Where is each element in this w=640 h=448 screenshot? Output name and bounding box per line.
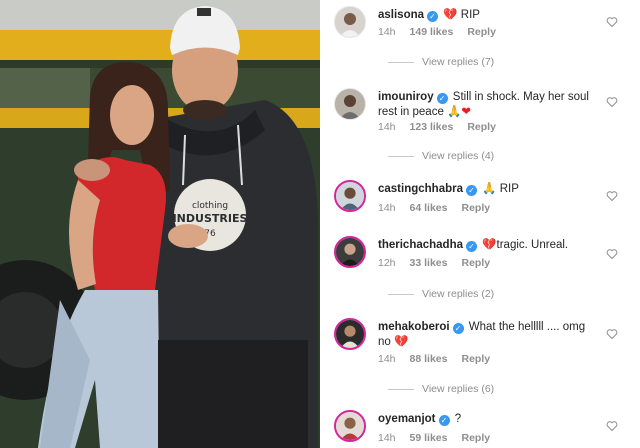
comment-meta: 14h 64 likes Reply <box>378 202 504 214</box>
unknown-emoji: ? <box>454 413 462 425</box>
comment-time: 14h <box>378 121 396 133</box>
comment-username[interactable]: therichachadha <box>378 239 463 251</box>
view-replies-button[interactable]: View replies (2) <box>388 288 494 300</box>
broken-heart-emoji: 💔 <box>443 9 458 21</box>
avatar[interactable] <box>334 88 366 120</box>
comment-meta: 12h 33 likes Reply <box>378 257 504 269</box>
heart-outline-icon[interactable] <box>606 96 618 108</box>
reply-button[interactable]: Reply <box>461 353 490 365</box>
avatar[interactable] <box>334 180 366 212</box>
replies-line <box>388 61 414 63</box>
comment-likes[interactable]: 59 likes <box>410 432 448 444</box>
comment-time: 14h <box>378 26 396 38</box>
view-replies-button[interactable]: View replies (6) <box>388 383 494 395</box>
replies-line <box>388 293 414 295</box>
view-replies-label: View replies (7) <box>422 56 495 68</box>
comment-body: RIP <box>460 9 480 21</box>
verified-badge-icon: ✓ <box>427 11 439 22</box>
reply-button[interactable]: Reply <box>467 26 496 38</box>
comments-panel[interactable]: aslisona ✓ 💔 RIP 14h 149 likes Reply View r… <box>322 0 640 448</box>
comment-likes[interactable]: 149 likes <box>410 26 454 38</box>
svg-text:clothing: clothing <box>192 201 228 211</box>
pray-heart-emoji: 🙏❤ <box>447 106 472 118</box>
comment-time: 14h <box>378 353 396 365</box>
heart-outline-icon[interactable] <box>606 420 618 432</box>
avatar[interactable] <box>334 318 366 350</box>
avatar[interactable] <box>334 410 366 442</box>
comment-username[interactable]: aslisona <box>378 9 424 21</box>
comment-likes[interactable]: 88 likes <box>410 353 448 365</box>
comment-username[interactable]: castingchhabra <box>378 183 463 195</box>
heart-outline-icon[interactable] <box>606 190 618 202</box>
view-replies-button[interactable]: View replies (7) <box>388 56 494 68</box>
avatar[interactable] <box>334 236 366 268</box>
comment-time: 14h <box>378 202 396 214</box>
verified-badge-icon: ✓ <box>436 93 448 104</box>
verified-badge-icon: ✓ <box>452 323 464 334</box>
comment-meta: 14h 88 likes Reply <box>378 353 504 365</box>
comment-text: imouniroy ✓ Still in shock. May her soul … <box>378 90 598 120</box>
broken-heart-emoji: 💔 <box>482 239 497 251</box>
replies-line <box>388 155 414 157</box>
comment-body: RIP <box>499 183 519 195</box>
post-photo: clothing INDUSTRIES 76 <box>0 0 320 448</box>
reply-button[interactable]: Reply <box>461 202 490 214</box>
view-replies-label: View replies (6) <box>422 383 495 395</box>
comment-meta: 14h 59 likes Reply <box>378 432 504 444</box>
heart-outline-icon[interactable] <box>606 248 618 260</box>
comment-username[interactable]: oyemanjot <box>378 413 436 425</box>
comment-meta: 14h 149 likes Reply <box>378 26 510 38</box>
comment-text: therichachadha ✓ 💔tragic. Unreal. <box>378 238 598 253</box>
verified-badge-icon: ✓ <box>438 415 450 426</box>
heart-outline-icon[interactable] <box>606 16 618 28</box>
reply-button[interactable]: Reply <box>461 432 490 444</box>
view-replies-button[interactable]: View replies (4) <box>388 150 494 162</box>
view-replies-label: View replies (4) <box>422 150 495 162</box>
comment-text: castingchhabra ✓ 🙏 RIP <box>378 182 598 197</box>
broken-heart-emoji: 💔 <box>394 336 409 348</box>
comment-body: tragic. Unreal. <box>496 239 569 251</box>
pray-emoji: 🙏 <box>482 183 497 195</box>
comment-likes[interactable]: 33 likes <box>410 257 448 269</box>
verified-badge-icon: ✓ <box>466 185 477 196</box>
reply-button[interactable]: Reply <box>467 121 496 133</box>
verified-badge-icon: ✓ <box>466 241 477 252</box>
comment-username[interactable]: mehakoberoi <box>378 321 450 333</box>
comment-text: oyemanjot ✓ ? <box>378 412 598 427</box>
svg-text:INDUSTRIES: INDUSTRIES <box>173 212 248 225</box>
comment-likes[interactable]: 64 likes <box>410 202 448 214</box>
heart-outline-icon[interactable] <box>606 328 618 340</box>
reply-button[interactable]: Reply <box>461 257 490 269</box>
comment-meta: 14h 123 likes Reply <box>378 121 510 133</box>
avatar[interactable] <box>334 6 366 38</box>
replies-line <box>388 388 414 390</box>
view-replies-label: View replies (2) <box>422 288 495 300</box>
comment-username[interactable]: imouniroy <box>378 91 434 103</box>
comment-text: mehakoberoi ✓ What the helllll .... omg n… <box>378 320 598 350</box>
comment-time: 12h <box>378 257 396 269</box>
comment-time: 14h <box>378 432 396 444</box>
comment-text: aslisona ✓ 💔 RIP <box>378 8 598 23</box>
comment-likes[interactable]: 123 likes <box>410 121 454 133</box>
